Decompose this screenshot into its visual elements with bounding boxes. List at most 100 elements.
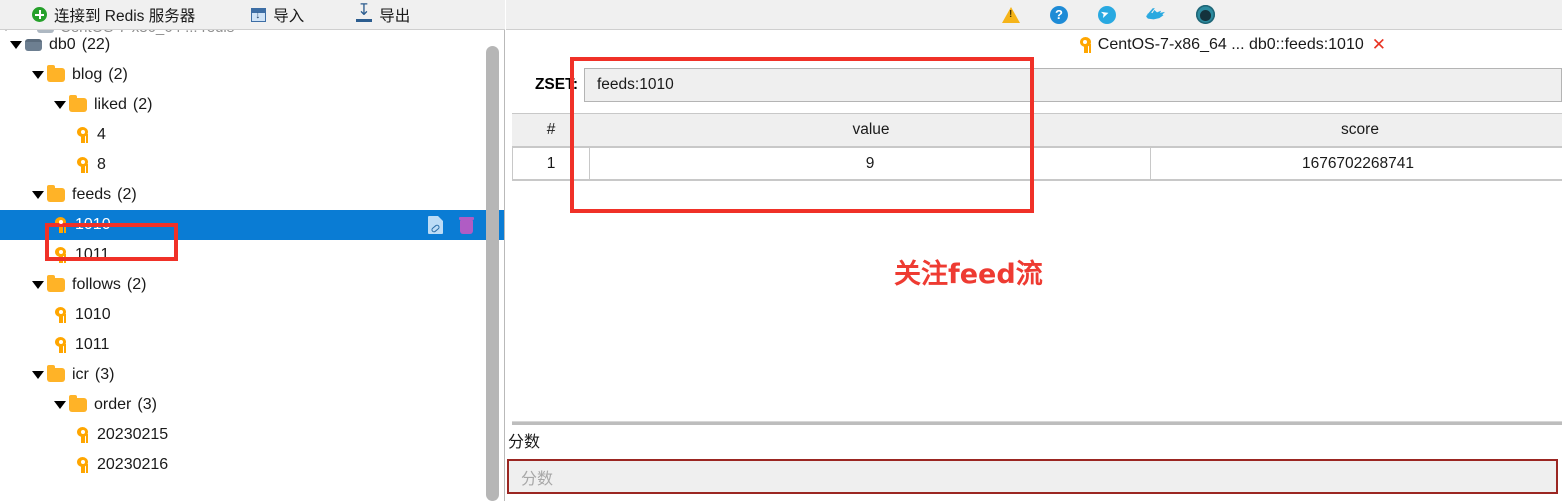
panel-splitter[interactable] xyxy=(512,421,1562,425)
tree-item-label: 20230216 xyxy=(97,456,169,473)
export-icon xyxy=(356,3,373,22)
key-icon xyxy=(1079,37,1093,53)
column-header-value[interactable]: value xyxy=(590,114,1152,146)
tree-item-20230215[interactable]: 20230215 xyxy=(0,420,504,450)
table-row[interactable]: 1 9 1676702268741 xyxy=(512,147,1562,180)
key-icon xyxy=(54,247,68,263)
chevron-down-icon[interactable] xyxy=(54,101,66,109)
folder-icon xyxy=(69,95,87,112)
tree-item-label: feeds xyxy=(72,186,112,203)
tree-item-label: order xyxy=(94,396,132,413)
column-header-index[interactable]: # xyxy=(512,114,590,146)
import-label: 导入 xyxy=(273,7,305,25)
connect-to-redis-server-label: 连接到 Redis 服务器 xyxy=(54,7,196,25)
github-icon[interactable] xyxy=(1196,5,1215,24)
tree-item-label: 20230215 xyxy=(97,426,169,443)
tree-item-20230216[interactable]: 20230216 xyxy=(0,450,504,480)
tree-item-count: (3) xyxy=(94,366,115,383)
cell-index: 1 xyxy=(512,147,590,180)
table-header-row: # value score xyxy=(512,113,1562,147)
tree-item-count: (22) xyxy=(81,36,111,53)
tree-item-label: 4 xyxy=(97,126,106,143)
tab-feeds-1010[interactable]: CentOS-7-x86_64 ... db0::feeds:1010 ✕ xyxy=(1079,35,1386,55)
tree-item-count: (2) xyxy=(132,96,153,113)
tree-item-4[interactable]: 4 xyxy=(0,120,504,150)
score-input[interactable]: 分数 xyxy=(507,459,1558,494)
import-icon xyxy=(251,7,267,22)
value-tab-bar: CentOS-7-x86_64 ... db0::feeds:1010 ✕ xyxy=(506,31,1562,59)
tree-item-label: 1010 xyxy=(75,216,111,233)
zset-key-row: ZSET: feeds:1010 xyxy=(506,68,1562,113)
value-panel: ? CentOS-7-x86_64 ... db0::feeds:1010 ✕ … xyxy=(506,0,1562,501)
edit-key-icon[interactable] xyxy=(428,216,443,234)
tree-item-db0[interactable]: db0 (22) xyxy=(0,30,504,60)
tree-item-1011[interactable]: 1011 xyxy=(0,330,504,360)
chevron-down-icon[interactable] xyxy=(10,41,22,49)
zset-key-value: feeds:1010 xyxy=(597,76,674,93)
tree-row-actions xyxy=(428,210,474,240)
chevron-down-icon[interactable] xyxy=(32,71,44,79)
score-input-placeholder: 分数 xyxy=(521,470,554,488)
zset-table: # value score 1 9 1676702268741 xyxy=(512,113,1562,180)
chevron-down-icon[interactable] xyxy=(32,191,44,199)
tree-item-count: (3) xyxy=(137,396,157,413)
import-button[interactable]: 导入 xyxy=(243,1,312,29)
zset-key-input[interactable]: feeds:1010 xyxy=(584,68,1562,102)
tree-scrollbar[interactable] xyxy=(486,46,499,501)
warning-icon[interactable] xyxy=(1002,6,1020,23)
tree-item-label: 1011 xyxy=(75,246,110,263)
tree-item-label: icr xyxy=(72,366,89,383)
key-icon xyxy=(76,157,90,173)
chevron-down-icon[interactable] xyxy=(32,281,44,289)
tree-item-icr[interactable]: icr (3) xyxy=(0,360,504,390)
export-button[interactable]: 导出 xyxy=(348,1,418,29)
table-bottom-divider xyxy=(512,180,1562,181)
annotation-note: 关注feed流 xyxy=(894,259,1043,290)
chevron-down-icon[interactable] xyxy=(32,371,44,379)
score-field-label: 分数 xyxy=(508,434,541,451)
twitter-icon[interactable] xyxy=(1146,3,1166,25)
key-icon xyxy=(76,427,90,443)
column-header-score[interactable]: score xyxy=(1152,114,1562,146)
export-label: 导出 xyxy=(379,7,411,25)
tree-item-8[interactable]: 8 xyxy=(0,150,504,180)
right-toolbar: ? xyxy=(506,0,1562,30)
telegram-icon[interactable] xyxy=(1098,5,1116,24)
tree-item-order[interactable]: order (3) xyxy=(0,390,504,420)
tree-item-count: (2) xyxy=(126,276,147,293)
tree-item-label: 1010 xyxy=(75,306,111,323)
folder-icon xyxy=(69,395,87,412)
tree-item-count: (2) xyxy=(117,186,137,203)
tree-item-1010[interactable]: 1010 xyxy=(0,300,504,330)
tree-item-label: blog xyxy=(72,66,103,83)
tree-item-blog[interactable]: blog (2) xyxy=(0,60,504,90)
chevron-down-icon[interactable] xyxy=(54,401,66,409)
cell-score[interactable]: 1676702268741 xyxy=(1150,147,1562,180)
close-icon[interactable]: ✕ xyxy=(1372,35,1386,55)
tree-item-1011[interactable]: 1011 xyxy=(0,240,504,270)
cell-value[interactable]: 9 xyxy=(589,147,1151,180)
tree-item-feeds[interactable]: feeds (2) xyxy=(0,180,504,210)
folder-icon xyxy=(47,185,65,202)
left-toolbar: 连接到 Redis 服务器 导入 导出 xyxy=(0,0,505,30)
tree-rows: db0 (22) blog (2) liked (2) 4 8 feeds (2) 1010 1011… xyxy=(0,30,504,480)
tree-item-label: follows xyxy=(72,276,121,293)
tree-item-count: (2) xyxy=(108,66,128,83)
tree-item-label: 8 xyxy=(97,156,106,173)
plus-circle-icon xyxy=(32,7,47,22)
tree-item-1010[interactable]: 1010 xyxy=(0,210,504,240)
tree-item-label: 1011 xyxy=(75,336,110,353)
key-icon xyxy=(54,307,68,323)
connect-to-redis-server-button[interactable]: 连接到 Redis 服务器 xyxy=(24,1,203,29)
tree-scrollbar-thumb[interactable] xyxy=(486,46,499,501)
trash-icon[interactable] xyxy=(459,216,474,234)
key-tree-panel[interactable]: CentOS-7-x86_64 ... redis db0(22)blog(2)… xyxy=(0,30,505,501)
key-icon xyxy=(76,457,90,473)
tree-item-liked[interactable]: liked (2) xyxy=(0,90,504,120)
database-icon xyxy=(25,39,42,51)
tree-item-label: liked xyxy=(94,96,127,113)
help-icon[interactable]: ? xyxy=(1050,5,1068,24)
folder-icon xyxy=(47,65,65,82)
tree-item-follows[interactable]: follows (2) xyxy=(0,270,504,300)
key-icon xyxy=(54,337,68,353)
